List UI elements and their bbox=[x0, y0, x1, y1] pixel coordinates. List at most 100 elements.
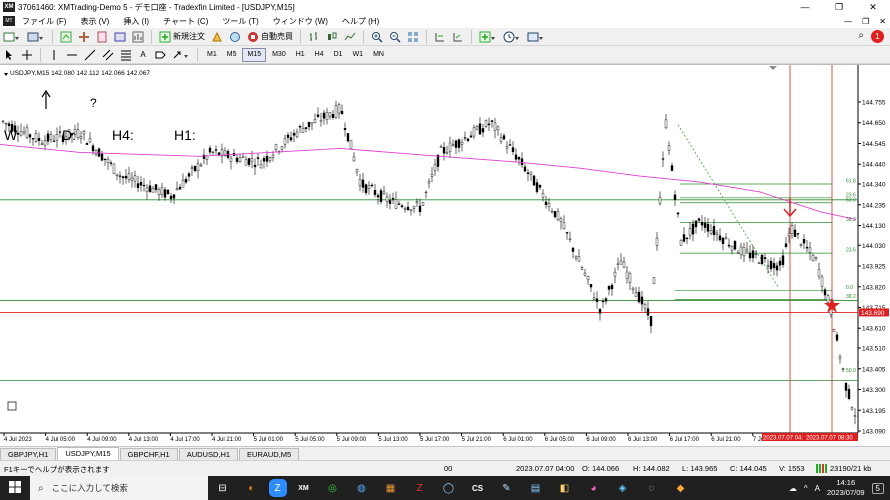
candle-body bbox=[568, 238, 572, 240]
tf-d1[interactable]: D1 bbox=[330, 48, 347, 62]
tab-audusd-h1[interactable]: AUDUSD,H1 bbox=[178, 448, 239, 460]
indicators-button[interactable] bbox=[477, 30, 499, 44]
zoom-app-icon[interactable]: Z bbox=[268, 479, 287, 497]
time-label: 4 Jul 05:00 bbox=[46, 437, 76, 443]
menu-chart[interactable]: チャート (C) bbox=[156, 16, 215, 27]
chrome-icon[interactable]: ◎ bbox=[321, 476, 345, 500]
candle-body bbox=[25, 127, 29, 138]
tf-w1[interactable]: W1 bbox=[349, 48, 368, 62]
candle-body bbox=[424, 191, 428, 194]
close-button[interactable]: ✕ bbox=[856, 0, 890, 14]
doc-minimize-button[interactable]: — bbox=[844, 17, 852, 26]
tf-mn[interactable]: MN bbox=[369, 48, 388, 62]
folder-app-icon[interactable]: ◧ bbox=[553, 476, 577, 500]
tray-clock[interactable]: 14:16 2023/07/09 bbox=[827, 478, 865, 498]
menu-view[interactable]: 表示 (V) bbox=[73, 16, 116, 27]
line-chart-button[interactable] bbox=[342, 30, 358, 44]
auto-scroll-button[interactable] bbox=[450, 30, 466, 44]
terminal-button[interactable] bbox=[112, 30, 128, 44]
menu-insert[interactable]: 挿入 (I) bbox=[116, 16, 156, 27]
price-chart[interactable]: 144.755 144.650 144.545 144.440 144.340 144.2… bbox=[0, 64, 890, 446]
tab-gbpchf-h1[interactable]: GBPCHF,H1 bbox=[119, 448, 178, 460]
signals-button[interactable] bbox=[227, 30, 243, 44]
trendline-button[interactable] bbox=[82, 48, 98, 62]
maximize-button[interactable]: ❐ bbox=[822, 0, 856, 14]
status-profile[interactable]: 00 bbox=[444, 464, 452, 473]
text-button[interactable]: A bbox=[136, 48, 150, 62]
data-window-button[interactable] bbox=[76, 30, 92, 44]
auto-trading-button[interactable]: 自動売買 bbox=[245, 30, 295, 44]
arrows-button[interactable] bbox=[170, 48, 192, 62]
profiles-button[interactable] bbox=[25, 30, 47, 44]
weather-icon[interactable]: ☁ bbox=[789, 484, 797, 493]
tf-m1[interactable]: M1 bbox=[203, 48, 221, 62]
tab-gbpjpy-h1[interactable]: GBPJPY,H1 bbox=[0, 448, 57, 460]
strategy-tester-button[interactable] bbox=[130, 30, 146, 44]
candle-body bbox=[157, 189, 161, 196]
templates-button[interactable] bbox=[525, 30, 547, 44]
photo-app-icon[interactable]: ◕ bbox=[582, 476, 606, 500]
menu-window[interactable]: ウィンドウ (W) bbox=[266, 16, 335, 27]
doc-restore-button[interactable]: ❐ bbox=[862, 17, 869, 26]
edge-icon[interactable]: ◍ bbox=[350, 476, 374, 500]
up-arrow-icon bbox=[41, 89, 51, 109]
new-order-button[interactable]: 新規注文 bbox=[157, 30, 207, 44]
metaeditor-button[interactable] bbox=[209, 30, 225, 44]
media-app-icon[interactable]: ◈ bbox=[611, 476, 635, 500]
doc-close-button[interactable]: ✕ bbox=[879, 17, 886, 26]
zoom-in-button[interactable] bbox=[369, 30, 385, 44]
periods-button[interactable] bbox=[501, 30, 523, 44]
channel-button[interactable] bbox=[100, 48, 116, 62]
candle-body bbox=[850, 407, 854, 410]
horizontal-line-button[interactable] bbox=[64, 48, 80, 62]
search-icon[interactable]: ⌕ bbox=[858, 30, 864, 41]
crosshair-button[interactable] bbox=[19, 48, 35, 62]
zoom-red-icon[interactable]: Z bbox=[408, 476, 432, 500]
candle-body bbox=[598, 308, 602, 314]
candlestick-button[interactable] bbox=[324, 30, 340, 44]
minimize-button[interactable]: — bbox=[788, 0, 822, 14]
tile-windows-button[interactable] bbox=[405, 30, 421, 44]
cursor-button[interactable] bbox=[1, 48, 17, 62]
tf-m15[interactable]: M15 bbox=[242, 47, 267, 62]
notes-app-icon[interactable]: ▤ bbox=[524, 476, 548, 500]
menu-file[interactable]: ファイル (F) bbox=[15, 16, 73, 27]
tray-chevron-icon[interactable]: ^ bbox=[804, 484, 808, 493]
circle-app-icon[interactable]: ◯ bbox=[437, 476, 461, 500]
chart-canvas[interactable]: 144.755 144.650 144.545 144.440 144.340 144.2… bbox=[0, 65, 890, 447]
firefox-icon[interactable]: ◐ bbox=[240, 476, 264, 500]
settings-app-icon[interactable]: ◌ bbox=[640, 476, 664, 500]
candle-body bbox=[256, 157, 260, 159]
ime-indicator[interactable]: A bbox=[815, 484, 820, 493]
menu-help[interactable]: ヘルプ (H) bbox=[335, 16, 386, 27]
fibonacci-button[interactable] bbox=[118, 48, 134, 62]
tf-m5[interactable]: M5 bbox=[223, 48, 241, 62]
tf-h4[interactable]: H4 bbox=[311, 48, 328, 62]
zoom-out-button[interactable] bbox=[387, 30, 403, 44]
cs-app-icon[interactable]: CS bbox=[466, 476, 490, 500]
new-chart-button[interactable] bbox=[1, 30, 23, 44]
misc-app-icon[interactable]: ◆ bbox=[669, 476, 693, 500]
chart-shift-button[interactable] bbox=[432, 30, 448, 44]
calendar-app-icon[interactable]: ▦ bbox=[379, 476, 403, 500]
menu-tools[interactable]: ツール (T) bbox=[215, 16, 265, 27]
taskbar-search-input[interactable]: ⌕ ここに入力して検索 bbox=[30, 476, 208, 500]
tab-euraud-m5[interactable]: EURAUD,M5 bbox=[239, 448, 300, 460]
navigator-button[interactable] bbox=[94, 30, 110, 44]
notification-center-icon[interactable]: 5 bbox=[871, 482, 884, 494]
windows-start-icon[interactable] bbox=[0, 480, 30, 496]
candle-body bbox=[634, 292, 638, 297]
task-view-icon[interactable]: ⊟ bbox=[211, 476, 235, 500]
label-button[interactable] bbox=[152, 48, 168, 62]
pen-app-icon[interactable]: ✎ bbox=[495, 476, 519, 500]
chart-shift-marker-icon[interactable] bbox=[769, 66, 777, 70]
vertical-line-button[interactable] bbox=[46, 48, 62, 62]
bar-chart-button[interactable] bbox=[306, 30, 322, 44]
tf-h1[interactable]: H1 bbox=[292, 48, 309, 62]
tab-usdjpy-m15[interactable]: USDJPY,M15 bbox=[57, 447, 119, 460]
xm-app-icon[interactable]: XM bbox=[292, 476, 316, 500]
market-watch-button[interactable] bbox=[58, 30, 74, 44]
tf-m30[interactable]: M30 bbox=[268, 48, 290, 62]
candle-body bbox=[199, 164, 203, 167]
notification-badge[interactable]: 1 bbox=[871, 30, 884, 43]
